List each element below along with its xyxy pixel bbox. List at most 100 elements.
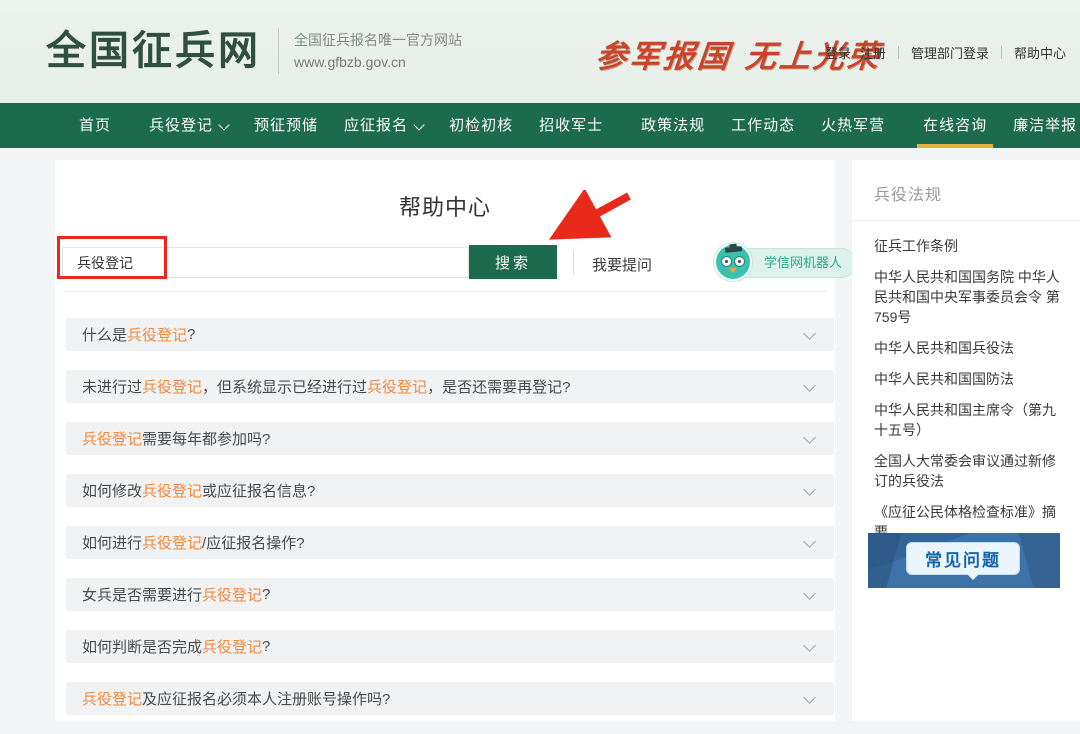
faq-highlight-text: 兵役登记	[202, 636, 262, 657]
law-link[interactable]: 中华人民共和国主席令（第九十五号）	[874, 400, 1062, 440]
nav-item-enlistment-apply[interactable]: 应征报名	[331, 103, 436, 148]
nav-item-label: 工作动态	[731, 117, 795, 134]
site-logo-text: 全国征兵网	[46, 27, 261, 75]
nav-item-label: 在线咨询	[923, 117, 987, 134]
owl-beak-icon	[729, 268, 737, 273]
chevron-down-icon	[803, 535, 816, 548]
nav-item-label: 兵役登记	[149, 117, 213, 134]
chevron-down-icon	[803, 431, 816, 444]
nav-item-label: 预征预储	[254, 117, 318, 134]
nav-item-policy-regulations[interactable]: 政策法规	[628, 103, 718, 148]
nav-item-hot-military-camp[interactable]: 火热军营	[808, 103, 898, 148]
tagline-line1: 全国征兵报名唯一官方网站	[294, 29, 462, 51]
nav-item-label: 廉洁举报	[1013, 117, 1077, 134]
faq-highlight-text: 兵役登记	[142, 480, 202, 501]
tagline-url: www.gfbzb.gov.cn	[294, 51, 462, 73]
chevron-down-icon	[803, 327, 816, 340]
faq-item[interactable]: 如何判断是否完成兵役登记?	[66, 630, 834, 663]
law-link[interactable]: 中华人民共和国国务院 中华人民共和国中央军事委员会令 第759号	[874, 267, 1062, 327]
admin-login-link[interactable]: 管理部门登录	[911, 43, 989, 62]
page-title: 帮助中心	[55, 190, 835, 222]
site-logo[interactable]: 全国征兵网 全国征兵报名唯一官方网站 www.gfbzb.gov.cn	[46, 27, 462, 75]
faq-item[interactable]: 什么是兵役登记?	[66, 318, 834, 351]
faq-text: 如何进行	[82, 532, 142, 553]
graduation-cap-icon	[725, 246, 742, 253]
faq-text: 需要每年都参加吗?	[142, 428, 270, 449]
nav-item-label: 首页	[79, 117, 111, 134]
faq-highlight-text: 兵役登记	[82, 428, 142, 449]
site-header: 全国征兵网 全国征兵报名唯一官方网站 www.gfbzb.gov.cn 参军报国…	[0, 0, 1080, 103]
chevron-down-icon	[413, 119, 424, 130]
nav-item-sergeant-recruit[interactable]: 招收军士	[526, 103, 616, 148]
nav-item-pre-recruit-reserve[interactable]: 预征预储	[241, 103, 331, 148]
law-link-list: 征兵工作条例中华人民共和国国务院 中华人民共和国中央军事委员会令 第759号中华…	[852, 221, 1080, 573]
nav-item-label: 招收军士	[539, 117, 603, 134]
owl-eye-icon	[721, 256, 732, 267]
faq-item[interactable]: 如何进行兵役登记/应征报名操作?	[66, 526, 834, 559]
top-links: 登录 注册 管理部门登录 帮助中心	[825, 43, 1066, 62]
common-questions-banner[interactable]: 常见问题	[868, 533, 1060, 588]
banner-bubble: 常见问题	[906, 542, 1020, 575]
chevron-down-icon	[803, 483, 816, 496]
main-nav: 首页 兵役登记 预征预储 应征报名 初检初核 招收军士 政策法规 工作动态 火热军营 在线咨询 廉洁…	[0, 103, 1080, 148]
nav-item-initial-check[interactable]: 初检初核	[436, 103, 526, 148]
faq-text: ?	[187, 326, 195, 343]
faq-text: ，但系统显示已经进行过	[202, 376, 367, 397]
nav-item-work-news[interactable]: 工作动态	[718, 103, 808, 148]
ask-question-link[interactable]: 我要提问	[592, 254, 652, 275]
faq-text: ?	[262, 586, 270, 603]
law-link[interactable]: 中华人民共和国国防法	[874, 369, 1062, 389]
top-links-separator	[898, 46, 899, 59]
sidebar-title: 兵役法规	[874, 181, 1080, 205]
logo-divider	[278, 28, 279, 74]
faq-highlight-text: 兵役登记	[142, 376, 202, 397]
faq-list: 什么是兵役登记?未进行过兵役登记，但系统显示已经进行过兵役登记，是否还需要再登记…	[66, 318, 834, 734]
help-center-panel: 帮助中心 搜索 我要提问 学信网机器人 什么是兵役登记?未进行过兵役登记，但系统…	[55, 160, 835, 721]
search-button[interactable]: 搜索	[469, 245, 557, 279]
law-link[interactable]: 全国人大常委会审议通过新修订的兵役法	[874, 451, 1062, 491]
chevron-down-icon	[803, 587, 816, 600]
nav-item-online-consult[interactable]: 在线咨询	[910, 103, 1000, 148]
faq-text: 什么是	[82, 324, 127, 345]
robot-owl-icon[interactable]	[714, 243, 752, 281]
login-link[interactable]: 登录	[825, 43, 851, 62]
faq-item[interactable]: 女兵是否需要进行兵役登记?	[66, 578, 834, 611]
nav-item-service-registration[interactable]: 兵役登记	[136, 103, 241, 148]
nav-item-label: 初检初核	[449, 117, 513, 134]
faq-text: 女兵是否需要进行	[82, 584, 202, 605]
faq-text: 及应征报名必须本人注册账号操作吗?	[142, 688, 390, 709]
sidebar: 兵役法规 征兵工作条例中华人民共和国国务院 中华人民共和国中央军事委员会令 第7…	[852, 160, 1080, 721]
faq-highlight-text: 兵役登记	[202, 584, 262, 605]
register-link[interactable]: 注册	[860, 43, 886, 62]
faq-item[interactable]: 兵役登记需要每年都参加吗?	[66, 422, 834, 455]
faq-text: /应征报名操作?	[202, 532, 305, 553]
faq-item[interactable]: 兵役登记及应征报名必须本人注册账号操作吗?	[66, 682, 834, 715]
faq-text: 如何判断是否完成	[82, 636, 202, 657]
chevron-down-icon	[803, 639, 816, 652]
nav-item-label: 应征报名	[344, 117, 408, 134]
faq-highlight-text: 兵役登记	[142, 532, 202, 553]
top-links-separator	[1001, 46, 1002, 59]
law-link[interactable]: 中华人民共和国兵役法	[874, 338, 1062, 358]
law-link[interactable]: 征兵工作条例	[874, 236, 1062, 256]
section-divider	[65, 291, 827, 292]
faq-text: 未进行过	[82, 376, 142, 397]
nav-item-home[interactable]: 首页	[66, 103, 124, 148]
faq-text: ?	[262, 638, 270, 655]
chevron-down-icon	[803, 691, 816, 704]
faq-text: 或应征报名信息?	[202, 480, 315, 501]
faq-highlight-text: 兵役登记	[127, 324, 187, 345]
nav-item-integrity-report[interactable]: 廉洁举报	[1000, 103, 1080, 148]
vertical-separator	[573, 250, 574, 274]
faq-text: ，是否还需要再登记?	[427, 376, 570, 397]
chevron-down-icon	[218, 119, 229, 130]
nav-item-label: 火热军营	[821, 117, 885, 134]
owl-eye-icon	[734, 256, 745, 267]
chevron-down-icon	[803, 379, 816, 392]
faq-item[interactable]: 未进行过兵役登记，但系统显示已经进行过兵役登记，是否还需要再登记?	[66, 370, 834, 403]
nav-item-label: 政策法规	[641, 117, 705, 134]
faq-item[interactable]: 如何修改兵役登记或应征报名信息?	[66, 474, 834, 507]
help-center-link[interactable]: 帮助中心	[1014, 43, 1066, 62]
search-input[interactable]	[62, 247, 469, 278]
site-tagline: 全国征兵报名唯一官方网站 www.gfbzb.gov.cn	[294, 29, 462, 73]
